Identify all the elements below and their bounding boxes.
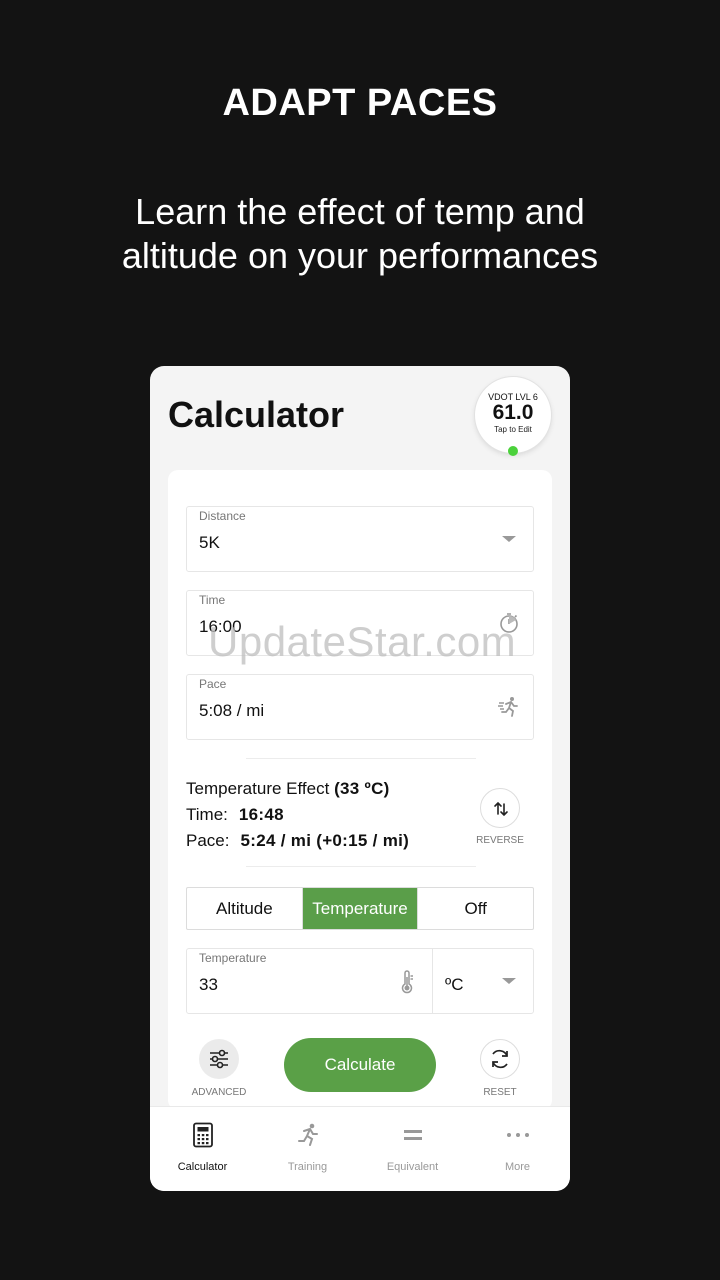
hero-title: ADAPT PACES xyxy=(222,82,498,124)
calculate-button[interactable]: Calculate xyxy=(284,1038,436,1092)
reverse-label: REVERSE xyxy=(476,835,524,846)
page-title: Calculator xyxy=(168,394,345,435)
reset-label: RESET xyxy=(483,1087,517,1098)
hero-subtitle-line1: Learn the effect of temp and xyxy=(135,191,585,232)
effect-heading: Temperature Effect xyxy=(186,779,330,798)
unit-select[interactable]: ºC xyxy=(445,975,464,995)
more-icon xyxy=(506,1133,529,1137)
reverse-button[interactable] xyxy=(480,788,520,828)
tab-training[interactable]: Training xyxy=(255,1107,360,1191)
sliders-icon xyxy=(210,1049,228,1069)
hero-subtitle: Learn the effect of temp and altitude on… xyxy=(0,190,720,278)
effect-time-value: 16:48 xyxy=(238,805,284,824)
tab-more[interactable]: More xyxy=(465,1107,570,1191)
swap-icon xyxy=(494,801,508,817)
thermometer-icon xyxy=(401,970,413,994)
tab-off[interactable]: Off xyxy=(417,888,533,929)
tab-label: Training xyxy=(287,1161,328,1173)
adjustment-segmented-control: Altitude Temperature Off xyxy=(186,887,534,930)
vdot-value: 61.0 xyxy=(492,401,534,424)
divider xyxy=(246,758,476,759)
hero-subtitle-line2: altitude on your performances xyxy=(121,235,599,276)
effect-pace-label: Pace: xyxy=(186,831,230,850)
pace-value: 5:08 / mi xyxy=(199,701,265,720)
effect-time-label: Time: xyxy=(186,805,228,824)
advanced-label: ADVANCED xyxy=(191,1087,247,1098)
vdot-badge[interactable]: VDOT LVL 6 61.0 Tap to Edit xyxy=(475,377,551,456)
running-pace-icon xyxy=(498,697,518,717)
temperature-effect: Temperature Effect (33 ºC) Time: 16:48 Pa… xyxy=(186,776,409,854)
divider xyxy=(246,866,476,867)
calculator-icon xyxy=(192,1122,213,1148)
distance-label: Distance xyxy=(199,509,246,523)
field-separator xyxy=(432,949,433,1013)
calculator-card: Distance 5K Time 16:00 Pace 5:08 / mi Te… xyxy=(168,470,552,1110)
temperature-field: Temperature 33 ºC xyxy=(186,948,534,1014)
advanced-button[interactable] xyxy=(199,1039,239,1079)
tab-equivalent[interactable]: Equivalent xyxy=(360,1107,465,1191)
vdot-tap-label: Tap to Edit xyxy=(494,425,532,434)
reset-button[interactable] xyxy=(480,1039,520,1079)
tab-temperature[interactable]: Temperature xyxy=(301,888,418,929)
chevron-down-icon xyxy=(502,978,516,984)
effect-heading-value: (33 ºC) xyxy=(334,779,390,798)
tab-calculator[interactable]: Calculator xyxy=(150,1107,255,1191)
bottom-tab-bar: Calculator Training Equivalent More xyxy=(150,1106,570,1191)
tab-label: More xyxy=(504,1161,531,1173)
time-label: Time xyxy=(199,593,226,607)
tab-label: Calculator xyxy=(177,1161,228,1173)
temperature-label: Temperature xyxy=(199,951,267,965)
distance-value: 5K xyxy=(199,533,220,552)
chevron-down-icon xyxy=(502,536,516,542)
tab-altitude[interactable]: Altitude xyxy=(187,888,302,929)
pace-field[interactable]: Pace 5:08 / mi xyxy=(186,674,534,740)
runner-icon xyxy=(297,1123,318,1146)
effect-pace-value: 5:24 / mi (+0:15 / mi) xyxy=(240,831,410,850)
tab-label: Equivalent xyxy=(386,1161,439,1173)
pace-label: Pace xyxy=(199,677,227,691)
equals-icon xyxy=(403,1130,422,1140)
distance-field[interactable]: Distance 5K xyxy=(186,506,534,572)
watermark: UpdateStar.com xyxy=(208,618,517,665)
refresh-icon xyxy=(492,1049,508,1069)
phone-screen: Calculator VDOT LVL 6 61.0 Tap to Edit D… xyxy=(150,366,570,1191)
temperature-input[interactable]: 33 xyxy=(199,975,218,995)
status-dot xyxy=(508,446,518,456)
